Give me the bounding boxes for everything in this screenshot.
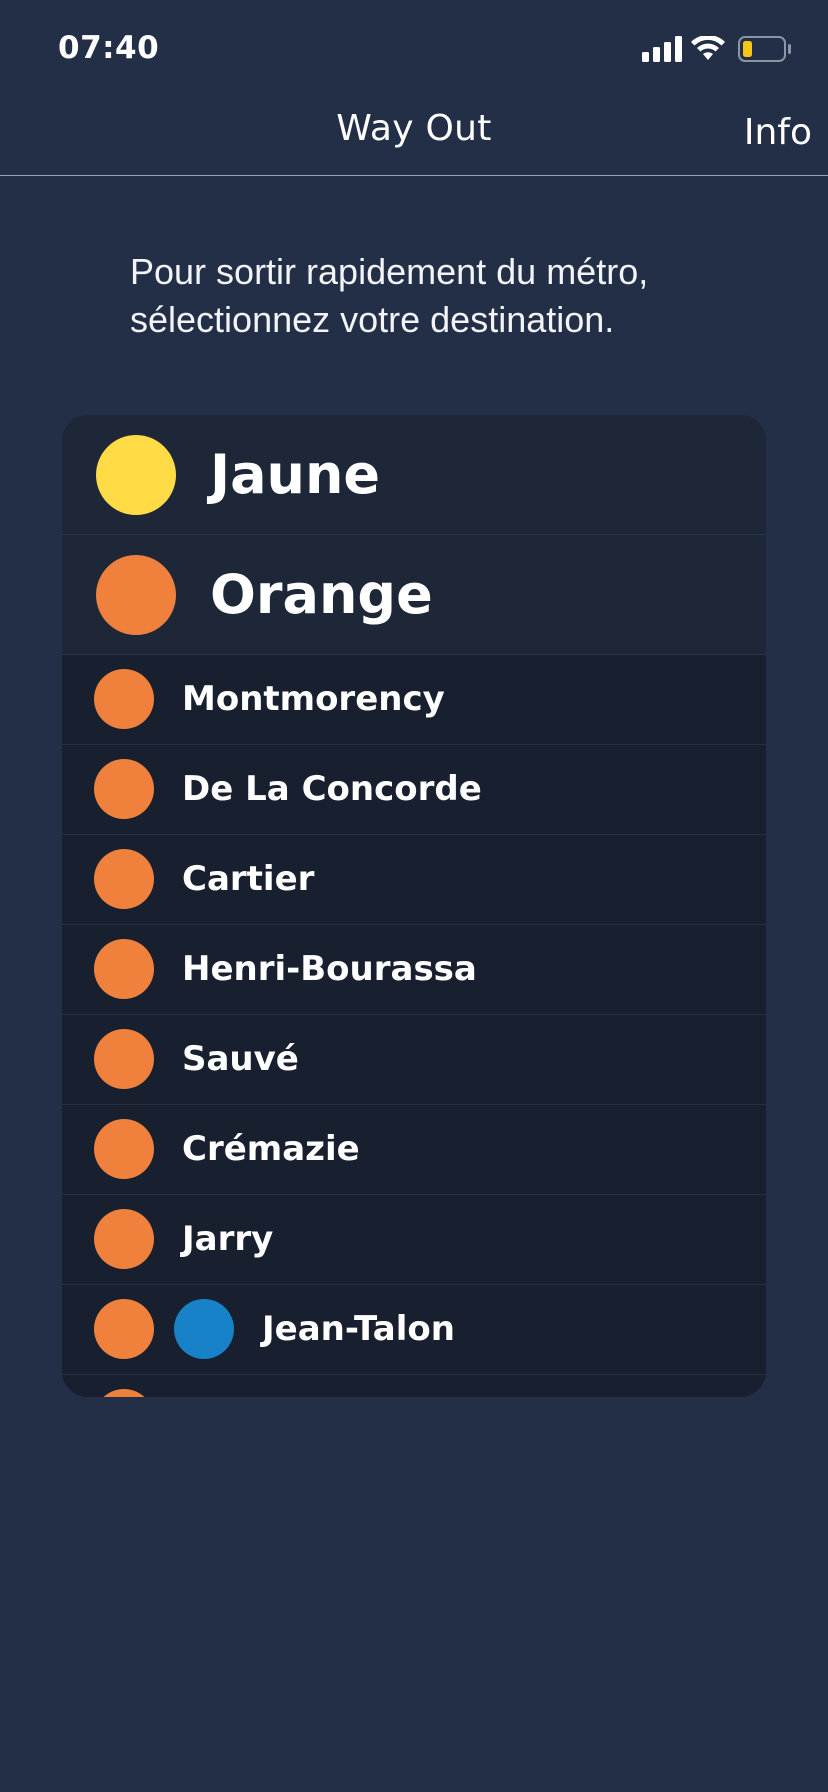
station-row[interactable]: Sauvé	[62, 1015, 766, 1105]
station-line-dot	[94, 939, 154, 999]
destination-list[interactable]: Jaune Orange Montmorency De La Concorde …	[62, 415, 766, 1397]
line-row-orange[interactable]: Orange	[62, 535, 766, 655]
nav-bar: Way Out Info	[0, 100, 828, 176]
station-row[interactable]: Jean-Talon	[62, 1285, 766, 1375]
station-line-dot	[94, 1209, 154, 1269]
station-line-dot	[94, 1119, 154, 1179]
station-row[interactable]: Cartier	[62, 835, 766, 925]
station-row[interactable]: De La Concorde	[62, 745, 766, 835]
station-line-dot	[94, 1029, 154, 1089]
page-title: Way Out	[336, 108, 492, 149]
signal-icon	[642, 36, 682, 62]
station-line-dot	[94, 1389, 154, 1397]
station-label: Montmorency	[182, 679, 445, 719]
line-label: Jaune	[210, 443, 381, 506]
station-label: Jarry	[182, 1219, 274, 1259]
station-line-dot	[94, 669, 154, 729]
wifi-icon	[691, 36, 725, 60]
station-row[interactable]	[62, 1375, 766, 1397]
line-color-dot	[96, 555, 176, 635]
station-row[interactable]: Crémazie	[62, 1105, 766, 1195]
station-row[interactable]: Jarry	[62, 1195, 766, 1285]
station-row[interactable]: Henri-Bourassa	[62, 925, 766, 1015]
station-label: Cartier	[182, 859, 315, 899]
station-line-dot	[94, 1299, 154, 1359]
line-color-dot	[96, 435, 176, 515]
status-time: 07:40	[58, 30, 160, 66]
station-label: Jean-Talon	[262, 1309, 455, 1349]
status-bar: 07:40	[0, 0, 828, 100]
battery-icon	[738, 36, 791, 62]
station-label: Henri-Bourassa	[182, 949, 477, 989]
intro-line-1: Pour sortir rapidement du métro,	[130, 251, 649, 292]
intro-line-2: sélectionnez votre destination.	[130, 299, 615, 340]
station-line-dot	[94, 849, 154, 909]
station-line-dot	[174, 1299, 234, 1359]
intro-text: Pour sortir rapidement du métro, sélecti…	[130, 248, 770, 344]
line-label: Orange	[210, 563, 433, 626]
station-label: Sauvé	[182, 1039, 299, 1079]
station-line-dot	[94, 759, 154, 819]
info-button[interactable]: Info	[744, 112, 812, 153]
line-row-jaune[interactable]: Jaune	[62, 415, 766, 535]
station-label: Crémazie	[182, 1129, 360, 1169]
station-row[interactable]: Montmorency	[62, 655, 766, 745]
station-label: De La Concorde	[182, 769, 482, 809]
